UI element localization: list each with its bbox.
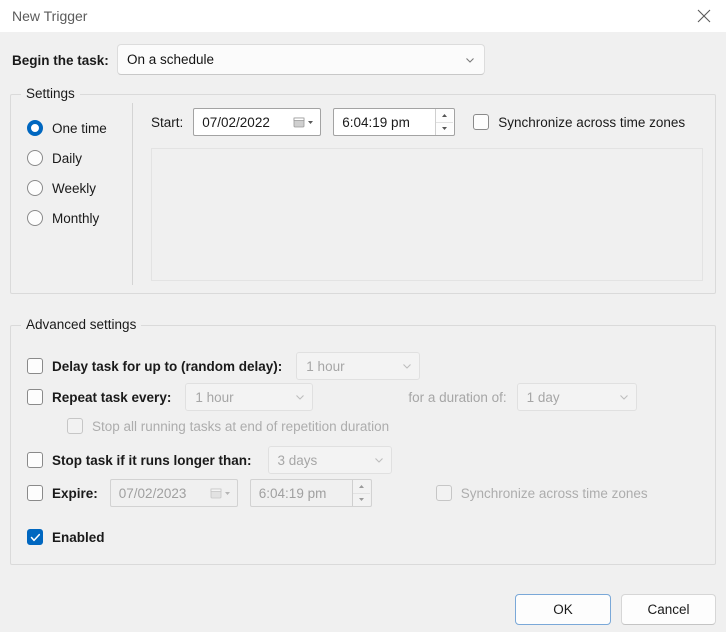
calendar-icon[interactable] [210,487,231,499]
checkbox-indicator [67,418,83,434]
start-label: Start: [151,114,184,130]
radio-one-time[interactable]: One time [27,113,137,143]
expire-row: Expire: 07/02/2023 6:04:19 pm Synchroniz… [27,479,648,507]
repeat-duration-dropdown[interactable]: 1 day [516,383,637,411]
chevron-down-icon [618,391,630,403]
checkbox-indicator [435,485,452,501]
advanced-settings-legend: Advanced settings [21,317,142,332]
begin-task-row: Begin the task: On a schedule [0,44,726,76]
stop-longer-checkbox[interactable]: Stop task if it runs longer than: [27,452,252,468]
spinner-down-icon[interactable] [352,492,370,506]
repeat-duration-label: for a duration of: [408,389,507,405]
radio-weekly[interactable]: Weekly [27,173,137,203]
schedule-radio-group: One time Daily Weekly Monthly [27,113,137,233]
delay-task-value: 1 hour [306,358,345,374]
expire-label: Expire: [52,485,98,501]
close-button[interactable] [682,0,726,32]
start-date-input[interactable]: 07/02/2022 [193,108,322,136]
expire-time-value: 6:04:19 pm [258,485,327,501]
chevron-down-icon [294,391,306,403]
radio-indicator-daily [27,150,43,166]
start-time-value: 6:04:19 pm [342,114,410,130]
stop-longer-row: Stop task if it runs longer than: 3 days [27,446,392,474]
stop-longer-label: Stop task if it runs longer than: [52,452,252,468]
delay-task-dropdown[interactable]: 1 hour [296,352,421,380]
advanced-settings-group: Advanced settings Delay task for up to (… [10,317,716,565]
expire-sync-timezones-label: Synchronize across time zones [460,485,648,501]
start-sync-timezones-checkbox[interactable]: Synchronize across time zones [473,114,685,130]
checkbox-indicator [27,389,43,405]
spinner-down-icon[interactable] [436,121,454,135]
checkbox-indicator [27,529,43,545]
checkbox-indicator [473,114,490,130]
radio-label-weekly: Weekly [52,180,97,196]
window-title: New Trigger [12,8,88,24]
expire-date-value: 07/02/2023 [118,485,187,501]
checkbox-indicator [27,485,43,501]
cancel-button[interactable]: Cancel [621,594,716,625]
delay-task-row: Delay task for up to (random delay): 1 h… [27,352,421,380]
checkbox-indicator [27,358,43,374]
delay-task-label: Delay task for up to (random delay): [52,358,283,374]
ok-button[interactable]: OK [515,594,611,625]
expire-time-spinner[interactable] [351,480,370,506]
cancel-button-label: Cancel [647,602,690,617]
repeat-task-label: Repeat task every: [52,389,172,405]
delay-task-checkbox[interactable]: Delay task for up to (random delay): [27,358,282,374]
titlebar: New Trigger [0,0,726,32]
enabled-checkbox[interactable]: Enabled [27,529,105,545]
radio-daily[interactable]: Daily [27,143,137,173]
enabled-row: Enabled [27,529,105,545]
expire-checkbox[interactable]: Expire: [27,485,98,501]
expire-sync-timezones-checkbox[interactable]: Synchronize across time zones [435,485,648,501]
stop-longer-value: 3 days [277,452,318,468]
chevron-down-icon [373,454,385,466]
radio-label-daily: Daily [52,150,83,166]
settings-divider [132,103,133,285]
repeat-task-checkbox[interactable]: Repeat task every: [27,389,171,405]
radio-indicator-monthly [27,210,43,226]
close-icon [697,9,711,23]
radio-indicator-weekly [27,180,43,196]
start-row: Start: 07/02/2022 6:04:19 pm Synchronize… [151,108,685,136]
settings-group: Settings One time Daily Weekly Monthly S… [10,86,716,294]
stop-longer-dropdown[interactable]: 3 days [267,446,392,474]
enabled-label: Enabled [52,529,105,545]
start-time-input[interactable]: 6:04:19 pm [333,108,456,136]
settings-legend: Settings [21,86,80,101]
radio-monthly[interactable]: Monthly [27,203,137,233]
spinner-up-icon[interactable] [436,109,454,122]
expire-date-input[interactable]: 07/02/2023 [109,479,238,507]
radio-label-one-time: One time [52,120,107,136]
repeat-task-row: Repeat task every: 1 hour for a duration… [27,383,637,411]
radio-indicator-one-time [27,120,43,136]
calendar-icon[interactable] [293,116,314,128]
spinner-up-icon[interactable] [352,480,370,493]
ok-button-label: OK [553,602,573,617]
begin-task-value: On a schedule [127,52,215,67]
repeat-duration-value: 1 day [526,389,560,405]
start-time-spinner[interactable] [435,109,454,135]
schedule-detail-panel [151,148,703,281]
chevron-down-icon [464,54,476,66]
radio-label-monthly: Monthly [52,210,100,226]
stop-all-tasks-label: Stop all running tasks at end of repetit… [92,418,390,434]
repeat-task-dropdown[interactable]: 1 hour [185,383,314,411]
stop-all-tasks-checkbox[interactable]: Stop all running tasks at end of repetit… [67,418,389,434]
chevron-down-icon [401,360,413,372]
start-date-value: 07/02/2022 [202,114,270,130]
checkbox-indicator [27,452,43,468]
begin-task-label: Begin the task: [12,52,109,68]
stop-all-tasks-row: Stop all running tasks at end of repetit… [67,418,389,434]
begin-task-dropdown[interactable]: On a schedule [117,44,485,75]
start-sync-timezones-label: Synchronize across time zones [498,114,686,130]
expire-time-input[interactable]: 6:04:19 pm [249,479,372,507]
repeat-task-value: 1 hour [195,389,234,405]
